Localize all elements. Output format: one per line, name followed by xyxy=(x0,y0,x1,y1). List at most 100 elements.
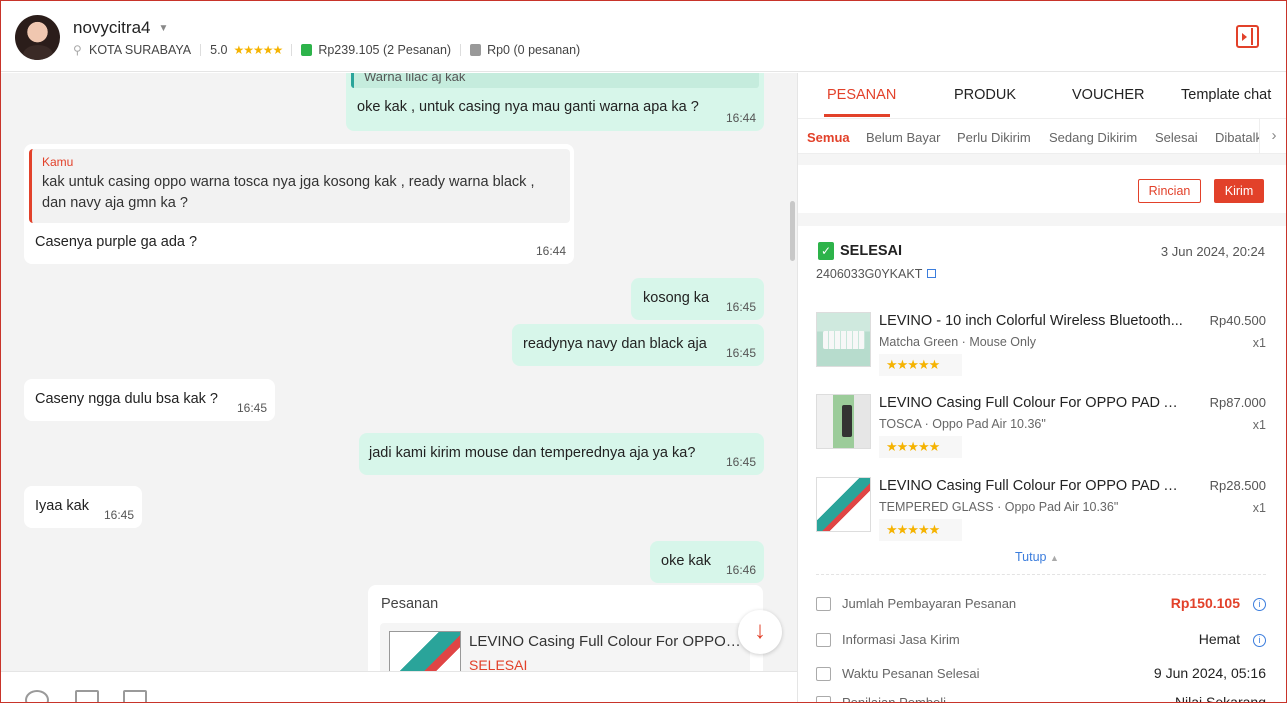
kirim-button[interactable]: Kirim xyxy=(1214,179,1264,203)
product-rating-stars: ★★★★★ xyxy=(879,436,962,458)
subtab-selesai[interactable]: Selesai xyxy=(1155,130,1198,145)
divider xyxy=(816,574,1266,575)
message-text: Caseny ngga dulu bsa kak ? xyxy=(35,391,218,407)
info-label: Jumlah Pembayaran Pesanan xyxy=(842,596,1017,611)
divider xyxy=(200,44,202,56)
buyer-name[interactable]: novycitra4 ▼ xyxy=(73,18,168,38)
product-qty: x1 xyxy=(1252,501,1266,515)
quoted-message[interactable]: Kamu kak untuk casing oppo warna tosca n… xyxy=(29,149,570,223)
completed-check-icon: ✓ xyxy=(818,242,834,260)
order-date: 3 Jun 2024, 20:24 xyxy=(1160,244,1265,259)
emoji-icon[interactable] xyxy=(25,690,49,702)
rincian-button[interactable]: Rincian xyxy=(1138,179,1201,203)
chat-scrollbar[interactable] xyxy=(790,201,795,261)
chat-toolbar xyxy=(1,671,797,702)
product-name: LEVINO Casing Full Colour For OPPO PAD A… xyxy=(879,395,1184,411)
info-label: Waktu Pesanan Selesai xyxy=(842,666,980,681)
info-value: Rp150.105 xyxy=(1170,595,1240,611)
completed-amount: Rp239.105 xyxy=(318,43,380,57)
order-filter-tabs: Semua Belum Bayar Perlu Dikirim Sedang D… xyxy=(798,118,1286,154)
info-row-shipping: Informasi Jasa Kirim Hemat i xyxy=(816,631,1266,651)
info-label: Penilaian Pembeli xyxy=(842,695,947,703)
buyer-name-label: novycitra4 xyxy=(73,18,151,37)
subtab-semua[interactable]: Semua xyxy=(807,130,850,145)
order-card-title: LEVINO Casing Full Colour For OPPO PAD A… xyxy=(469,633,744,650)
product-variant: TOSCA · Oppo Pad Air 10.36" xyxy=(879,417,1046,431)
collapse-link[interactable]: Tutup ▲ xyxy=(1015,550,1059,564)
message-time: 16:45 xyxy=(236,401,267,415)
order-id: 2406033G0YKAKT xyxy=(816,267,937,281)
order-item[interactable]: LEVINO Casing Full Colour For OPPO PAD A… xyxy=(816,477,1266,547)
product-rating-stars: ★★★★★ xyxy=(879,519,962,541)
app-window: novycitra4 ▼ ⚲ KOTA SURABAYA 5.0 ★★★★★ R… xyxy=(0,0,1287,703)
avatar[interactable] xyxy=(15,15,60,60)
quoted-message: Warna lilac aj kak xyxy=(351,73,759,88)
image-icon[interactable] xyxy=(75,690,99,702)
message-text: oke kak xyxy=(661,553,711,569)
info-value: Hemat xyxy=(1198,631,1240,647)
video-icon[interactable] xyxy=(123,690,147,702)
scroll-down-icon[interactable]: ↓ xyxy=(738,610,782,654)
cancelled-count: (0 pesanan) xyxy=(513,43,581,57)
message-time: 16:45 xyxy=(103,508,134,522)
message-bubble-in: Iyaa kak 16:45 xyxy=(24,486,142,528)
message-text: Iyaa kak xyxy=(35,498,89,514)
info-icon[interactable]: i xyxy=(1253,634,1266,647)
copy-icon[interactable] xyxy=(927,269,937,278)
order-id-text: 2406033G0YKAKT xyxy=(816,267,923,281)
info-row-payment: Jumlah Pembayaran Pesanan Rp150.105 i xyxy=(816,595,1266,615)
info-value: 9 Jun 2024, 05:16 xyxy=(1153,665,1266,681)
cancelled-orders-icon xyxy=(470,44,482,56)
product-variant: Matcha Green · Mouse Only xyxy=(879,335,1037,349)
subtab-sedang-dikirim[interactable]: Sedang Dikirim xyxy=(1049,130,1137,145)
product-qty: x1 xyxy=(1252,336,1266,350)
message-time: 16:44 xyxy=(725,111,756,125)
completed-count: (2 Pesanan) xyxy=(382,43,452,57)
chevron-down-icon[interactable]: ▼ xyxy=(158,23,168,34)
tab-template-chat[interactable]: Template chat xyxy=(1181,87,1271,103)
order-panel: PESANAN PRODUK VOUCHER Template chat Sem… xyxy=(797,73,1286,703)
message-text: kosong ka xyxy=(643,290,710,306)
order-card-product[interactable]: LEVINO Casing Full Colour For OPPO PAD A… xyxy=(380,623,750,671)
info-icon[interactable]: i xyxy=(1253,598,1266,611)
message-bubble-out: readynya navy dan black aja 16:45 xyxy=(512,324,764,366)
message-time: 16:45 xyxy=(725,300,756,314)
divider xyxy=(460,44,462,56)
rate-now-link[interactable]: Nilai Sekarang xyxy=(1175,694,1266,702)
rating-stars: ★★★★★ xyxy=(233,43,284,57)
order-message-card[interactable]: Pesanan LEVINO Casing Full Colour For OP… xyxy=(368,585,763,671)
order-detail: ✓ SELESAI 3 Jun 2024, 20:24 2406033G0YKA… xyxy=(798,226,1286,703)
product-thumbnail xyxy=(389,631,461,671)
info-row-buyer-rating: Penilaian Pembeli Nilai Sekarang xyxy=(816,694,1266,703)
message-bubble-out: kosong ka 16:45 xyxy=(631,278,764,320)
subtab-belum-bayar[interactable]: Belum Bayar xyxy=(866,130,940,145)
message-time: 16:44 xyxy=(535,244,566,258)
truck-icon xyxy=(816,633,831,647)
quote-author: Kamu xyxy=(42,155,74,169)
tab-voucher[interactable]: VOUCHER xyxy=(1072,87,1145,103)
product-qty: x1 xyxy=(1252,418,1266,432)
order-item[interactable]: LEVINO - 10 inch Colorful Wireless Bluet… xyxy=(816,312,1266,382)
payment-icon xyxy=(816,597,831,611)
panel-tabs: PESANAN PRODUK VOUCHER Template chat xyxy=(798,73,1286,118)
order-card-label: Pesanan xyxy=(381,596,439,612)
chevron-right-icon[interactable]: › xyxy=(1259,119,1286,153)
product-image xyxy=(816,312,871,367)
completed-orders-icon xyxy=(301,44,313,56)
subtab-perlu-dikirim[interactable]: Perlu Dikirim xyxy=(957,130,1031,145)
divider xyxy=(291,44,293,56)
calendar-icon xyxy=(816,667,831,681)
chat-messages[interactable]: Warna lilac aj kak oke kak , untuk casin… xyxy=(1,73,797,671)
product-name: LEVINO Casing Full Colour For OPPO PAD A… xyxy=(879,478,1184,494)
toggle-panel-icon[interactable] xyxy=(1236,25,1259,48)
order-item[interactable]: LEVINO Casing Full Colour For OPPO PAD A… xyxy=(816,394,1266,464)
message-text: readynya navy dan black aja xyxy=(523,336,707,352)
cancelled-amount: Rp0 xyxy=(487,43,511,57)
message-text: jadi kami kirim mouse dan temperednya aj… xyxy=(369,445,696,461)
info-label: Informasi Jasa Kirim xyxy=(842,632,960,647)
order-actions: Rincian Kirim xyxy=(798,165,1286,213)
message-bubble-out: jadi kami kirim mouse dan temperednya aj… xyxy=(359,433,764,475)
tab-produk[interactable]: PRODUK xyxy=(954,87,1016,103)
message-bubble-in: Caseny ngga dulu bsa kak ? 16:45 xyxy=(24,379,275,421)
tab-pesanan[interactable]: PESANAN xyxy=(827,87,896,103)
